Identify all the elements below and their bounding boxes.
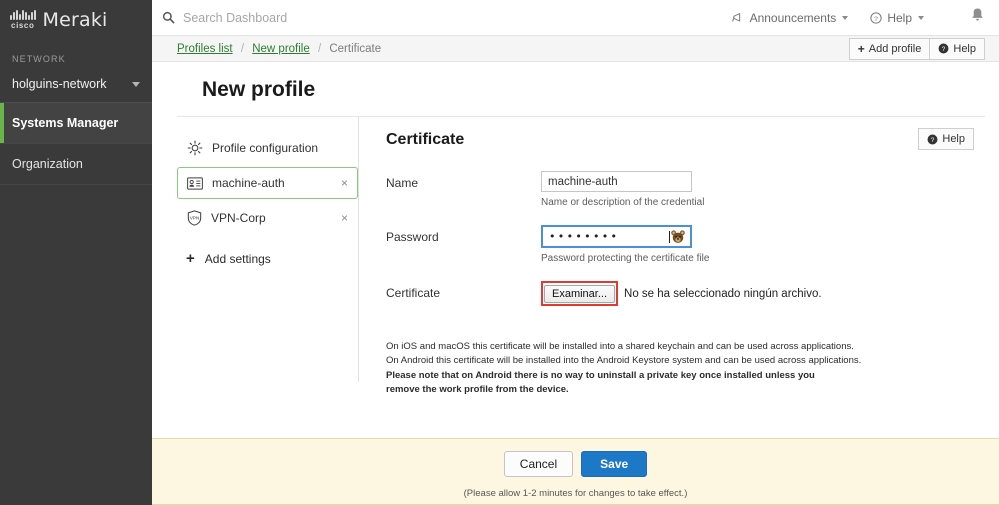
add-settings-label: Add settings (204, 251, 271, 266)
file-picker: Examinar... No se ha seleccionado ningún… (541, 281, 985, 306)
breadcrumb-link-profiles-list[interactable]: Profiles list (177, 43, 233, 55)
settings-item-vpn-corp[interactable]: VPN VPN-Corp × (177, 201, 358, 235)
form-help-button[interactable]: ? Help (918, 128, 974, 150)
note-warning: Please note that on Android there is no … (386, 369, 815, 395)
certificate-label: Certificate (386, 286, 441, 300)
svg-text:?: ? (874, 15, 878, 22)
page-title: New profile (177, 62, 985, 117)
top-links: Announcements ? Help (731, 7, 985, 28)
remove-setting-button[interactable]: × (341, 211, 348, 225)
id-card-icon (187, 176, 203, 190)
svg-text:VPN: VPN (190, 216, 200, 221)
help-menu[interactable]: ? Help (870, 11, 924, 25)
notifications-button[interactable] (970, 7, 985, 28)
cisco-logo-icon: cisco (10, 10, 36, 30)
settings-item-label: VPN-Corp (211, 211, 266, 225)
settings-item-machine-auth[interactable]: machine-auth × (177, 167, 358, 199)
settings-item-profile-configuration[interactable]: Profile configuration (177, 131, 358, 165)
remove-setting-button[interactable]: × (341, 176, 348, 190)
help-button-label: Help (953, 42, 976, 55)
password-hint: Password protecting the certificate file (541, 253, 710, 264)
password-input[interactable]: •••••••• (541, 225, 692, 248)
breadcrumb-link-new-profile[interactable]: New profile (252, 43, 310, 55)
form-help-wrap: ? Help (918, 128, 974, 150)
breadcrumb-separator: / (240, 42, 245, 55)
add-profile-button[interactable]: + Add profile (848, 37, 931, 60)
breadcrumb-strip: Profiles list / New profile / Certificat… (152, 36, 999, 62)
plus-icon: + (857, 41, 865, 56)
help-label: Help (887, 10, 912, 25)
password-label: Password (386, 230, 439, 244)
form-help-label: Help (942, 133, 965, 145)
meraki-dashboard: cisco Meraki NETWORK holguins-network Sy… (0, 0, 999, 505)
breadcrumb-current: Certificate (329, 42, 382, 55)
add-profile-label: Add profile (868, 42, 922, 55)
help-circle-icon: ? (870, 11, 882, 24)
certificate-form: ? Help Certificate Name Name or descript… (359, 117, 999, 395)
add-settings-button[interactable]: + Add settings (177, 241, 358, 276)
left-sidebar: cisco Meraki NETWORK holguins-network Sy… (0, 0, 152, 505)
password-value: •••••••• (549, 230, 620, 243)
name-field-row: Name Name or description of the credenti… (386, 171, 985, 208)
announcements-menu[interactable]: Announcements (731, 10, 849, 25)
note-ios: On iOS and macOS this certificate will b… (386, 341, 854, 352)
sidebar-item-label: Organization (12, 157, 83, 171)
network-selector-value: holguins-network (12, 77, 107, 91)
announcements-label: Announcements (749, 10, 837, 25)
vpn-shield-icon: VPN (187, 210, 202, 226)
cancel-button[interactable]: Cancel (503, 450, 574, 477)
brand-logo[interactable]: cisco Meraki (0, 0, 152, 40)
breadcrumb-actions: + Add profile ? Help (848, 37, 985, 60)
svg-text:?: ? (942, 46, 946, 53)
selected-file-label: No se ha seleccionado ningún archivo. (624, 287, 822, 300)
sidebar-item-organization[interactable]: Organization (0, 144, 152, 185)
chevron-down-icon (132, 81, 140, 87)
bell-icon (972, 8, 983, 21)
form-footer: Cancel Save (Please allow 1-2 minutes fo… (152, 438, 999, 505)
network-selector[interactable]: holguins-network (0, 70, 152, 103)
search-box[interactable] (162, 10, 732, 25)
settings-list: Profile configuration machine-auth × VPN… (161, 117, 359, 382)
top-bar: Announcements ? Help (152, 0, 999, 36)
sidebar-item-systems-manager[interactable]: Systems Manager (0, 103, 152, 144)
highlight-ring: Examinar... (541, 281, 619, 306)
svg-text:?: ? (931, 137, 935, 144)
form-heading: Certificate (386, 131, 465, 148)
password-field-row: Password •••••••• Password protecting th… (386, 225, 985, 264)
browse-file-button[interactable]: Examinar... (544, 285, 616, 303)
footer-note: (Please allow 1-2 minutes for changes to… (463, 487, 688, 499)
gear-icon (187, 140, 203, 156)
meraki-wordmark: Meraki (42, 9, 108, 31)
name-hint: Name or description of the credential (541, 197, 705, 208)
help-button[interactable]: ? Help (930, 37, 985, 60)
plus-icon: + (186, 250, 195, 267)
help-circle-icon: ? (927, 134, 938, 144)
search-input[interactable] (183, 10, 443, 25)
note-android: On Android this certificate will be inst… (386, 355, 862, 367)
main-area: Announcements ? Help (152, 0, 999, 505)
help-circle-icon: ? (938, 43, 949, 54)
name-label: Name (386, 176, 419, 190)
settings-item-label: machine-auth (212, 176, 285, 190)
megaphone-icon (731, 13, 740, 22)
chevron-down-icon (918, 15, 924, 20)
footer-buttons: Cancel Save (503, 450, 648, 477)
cisco-wordmark: cisco (11, 21, 35, 30)
password-manager-bear-icon[interactable] (670, 229, 686, 245)
name-input[interactable] (541, 171, 692, 192)
certificate-field-row: Certificate Examinar... No se ha selecci… (386, 281, 985, 306)
sidebar-item-label: Systems Manager (12, 116, 119, 130)
breadcrumb-separator: / (317, 42, 322, 55)
breadcrumb: Profiles list / New profile / Certificat… (177, 43, 381, 55)
search-icon (162, 11, 175, 24)
save-button[interactable]: Save (581, 450, 648, 477)
network-section-label: NETWORK (12, 54, 66, 64)
settings-item-label: Profile configuration (212, 141, 319, 155)
chevron-down-icon (842, 15, 849, 20)
certificate-notes: On iOS and macOS this certificate will b… (386, 340, 985, 397)
profile-body: Profile configuration machine-auth × VPN… (152, 117, 999, 395)
